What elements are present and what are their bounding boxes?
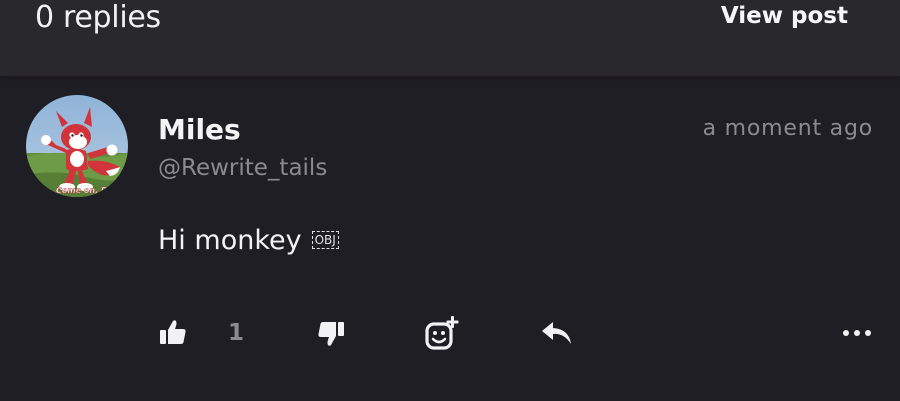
comment-timestamp: a moment ago	[702, 116, 873, 141]
reply-arrow-icon	[540, 318, 574, 348]
add-reaction-icon	[424, 314, 462, 352]
add-reaction-button[interactable]	[424, 313, 462, 353]
comment-message: Hi monkey OBJ	[158, 223, 339, 259]
thumbs-up-icon	[158, 318, 188, 348]
like-count: 1	[228, 320, 245, 346]
author-handle: @Rewrite_tails	[158, 155, 328, 181]
reply-thread-screen: 0 replies View post Come on, Re Miles @R…	[0, 0, 900, 401]
more-options-button[interactable]	[842, 316, 872, 350]
like-button[interactable]	[158, 316, 188, 350]
dislike-button[interactable]	[316, 316, 346, 350]
avatar[interactable]: Come on, Re	[26, 95, 128, 197]
comment-text: Hi monkey	[158, 225, 302, 256]
replies-count: 0 replies	[35, 0, 161, 35]
thumbs-down-icon	[316, 318, 346, 348]
reply-button[interactable]	[540, 316, 574, 350]
avatar-caption: Come on, Re	[56, 186, 113, 195]
thread-header: 0 replies View post	[0, 0, 900, 76]
more-horizontal-icon	[842, 328, 872, 338]
object-placeholder-glyph: OBJ	[311, 230, 339, 249]
author-name[interactable]: Miles	[158, 112, 241, 148]
view-post-button[interactable]: View post	[721, 1, 848, 31]
